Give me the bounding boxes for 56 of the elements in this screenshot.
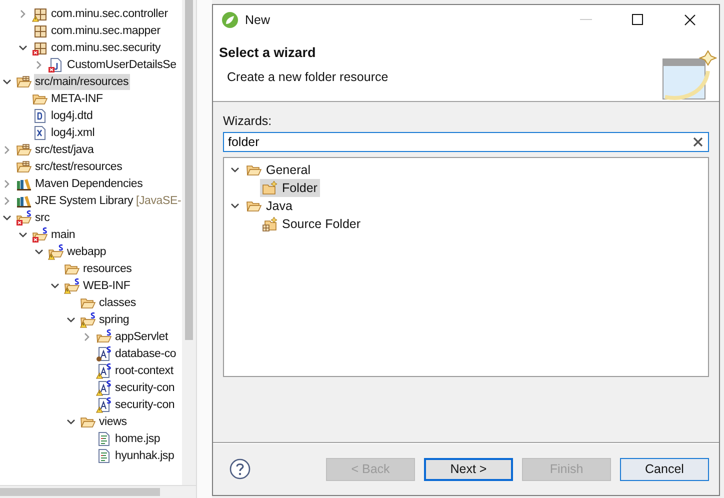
dialog-button[interactable]: Next > (424, 458, 513, 480)
help-icon[interactable] (229, 458, 251, 480)
close-icon (684, 14, 696, 26)
tree-item[interactable]: com.minu.sec.controller (50, 6, 169, 22)
spring-logo-icon (221, 11, 239, 29)
clear-icon[interactable] (693, 137, 703, 147)
new-folder-icon (262, 180, 278, 196)
tree-item[interactable]: src/test/resources (34, 158, 124, 174)
source-folder-icon (16, 158, 32, 174)
page-description: Create a new folder resource (227, 70, 390, 84)
tree-item[interactable]: webapp (66, 244, 108, 260)
tree-item[interactable]: WEB-INF (82, 278, 132, 294)
window-title: New (245, 13, 272, 27)
source-folder-icon (16, 142, 32, 158)
tree-item[interactable]: META-INF (50, 90, 104, 106)
tree-item[interactable]: root-context (114, 362, 174, 378)
new-source-folder-icon (262, 216, 278, 232)
xml-file-icon (32, 124, 48, 140)
wizards-label: Wizards: (223, 114, 273, 128)
vertical-scrollbar[interactable] (182, 0, 196, 486)
wizard-item[interactable]: Folder (260, 179, 320, 197)
wizard-item[interactable]: Source Folder (260, 215, 364, 233)
filter-field[interactable]: folder (223, 132, 709, 152)
tree-item[interactable]: security-con (114, 396, 176, 412)
tree-item[interactable]: src (34, 210, 51, 226)
tree-item[interactable]: src/test/java (34, 142, 95, 158)
tree-item[interactable]: com.minu.sec.mapper (50, 22, 162, 38)
maximize-icon (632, 14, 644, 26)
tree-item[interactable]: views (98, 414, 128, 430)
tree-item[interactable]: log4j.dtd (50, 108, 94, 124)
tree-item[interactable]: spring (98, 312, 130, 328)
tree-item[interactable]: classes (98, 294, 137, 310)
tree-item[interactable]: src/main/resources (34, 74, 130, 90)
tree-item[interactable]: database-co (114, 346, 178, 362)
tree-item[interactable]: com.minu.sec.security (50, 40, 162, 56)
jsp-file-icon (96, 448, 112, 464)
tree-item[interactable]: CustomUserDetailsSe (66, 56, 178, 72)
tree-item[interactable]: resources (82, 260, 133, 276)
minimize-icon (580, 19, 592, 21)
source-folder-icon (16, 74, 32, 90)
wizard-item[interactable]: General (244, 161, 314, 179)
tree-item[interactable]: home.jsp (114, 430, 162, 446)
tree-item[interactable]: log4j.xml (50, 124, 96, 140)
tree-item[interactable]: hyunhak.jsp (114, 448, 176, 464)
horizontal-scrollbar[interactable] (0, 485, 196, 498)
package-icon (32, 22, 48, 38)
tree-item[interactable]: Maven Dependencies (34, 176, 144, 192)
tree-item[interactable]: appServlet (114, 328, 169, 344)
tree-item[interactable]: JRE System Library [JavaSE- (34, 192, 182, 208)
tree-item[interactable]: security-con (114, 380, 176, 396)
dtd-file-icon (32, 108, 48, 124)
tree-item[interactable]: main (50, 226, 76, 242)
dialog-button[interactable]: Cancel (620, 458, 709, 480)
wizard-item[interactable]: Java (244, 197, 296, 215)
page-title: Select a wizard (219, 45, 317, 60)
jsp-file-icon (96, 430, 112, 446)
